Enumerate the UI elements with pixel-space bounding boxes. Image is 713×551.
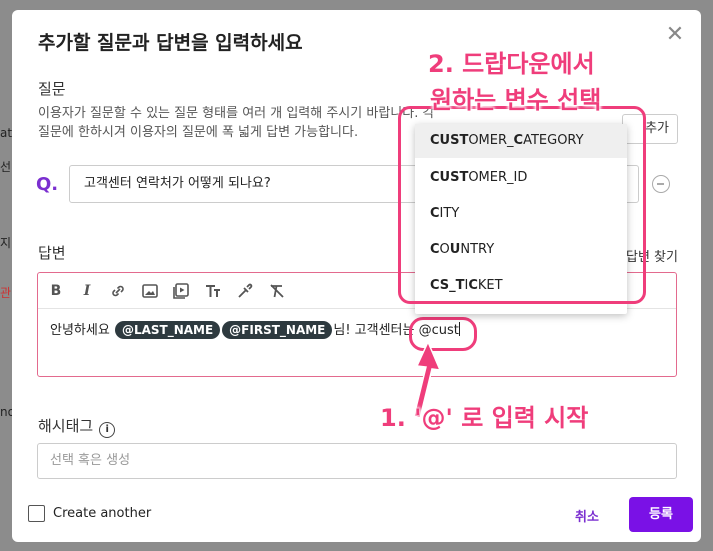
info-icon[interactable]: i <box>99 422 116 438</box>
cancel-button[interactable]: 취소 <box>575 506 599 525</box>
create-another-label: Create another <box>53 506 152 521</box>
dropdown-highlight-frame <box>398 106 646 304</box>
image-icon[interactable] <box>141 282 159 300</box>
eyedropper-icon[interactable] <box>236 282 254 300</box>
clear-format-icon[interactable] <box>268 282 286 300</box>
link-icon[interactable] <box>109 282 127 300</box>
italic-icon[interactable]: I <box>78 282 96 300</box>
create-another-checkbox[interactable] <box>28 505 45 522</box>
bg-fragment: 지 <box>0 236 12 250</box>
remove-question-icon[interactable] <box>652 175 670 193</box>
question-description: 이용자가 질문할 수 있는 질문 형태를 여러 개 입력해 주시기 바랍니다. … <box>38 106 435 140</box>
hashtag-label: 해시태그 i <box>38 415 116 438</box>
question-label: 질문 <box>38 80 66 98</box>
modal-title: 추가할 질문과 답변을 입력하세요 <box>38 32 303 54</box>
answer-content: 안녕하세요 @LAST_NAME @FIRST_NAME 님! 고객센터는 @cus… <box>50 319 460 339</box>
annotation-step1: 1. '@' 로 입력 시작 <box>380 404 589 432</box>
annotation-step2-line1: 2. 드랍다운에서 <box>428 50 595 78</box>
video-icon[interactable] <box>172 282 190 300</box>
submit-button[interactable]: 등록 <box>629 497 693 532</box>
answer-text-middle: 님! 고객센터는 <box>333 323 419 338</box>
annotation-step2-line2: 원하는 변수 선택 <box>430 86 602 114</box>
close-icon[interactable]: ✕ <box>664 24 686 46</box>
variable-chip[interactable]: @FIRST_NAME <box>222 321 333 339</box>
text-size-icon[interactable] <box>204 282 222 300</box>
answer-label: 답변 <box>38 244 66 262</box>
q-marker: Q. <box>36 174 59 195</box>
bg-fragment: at <box>0 126 13 140</box>
bold-icon[interactable]: B <box>47 282 65 300</box>
hashtag-input[interactable]: 선택 혹은 생성 <box>37 443 677 479</box>
bg-fragment: 관 <box>0 286 12 300</box>
variable-chip[interactable]: @LAST_NAME <box>114 321 221 339</box>
answer-text-prefix: 안녕하세요 <box>50 323 114 338</box>
